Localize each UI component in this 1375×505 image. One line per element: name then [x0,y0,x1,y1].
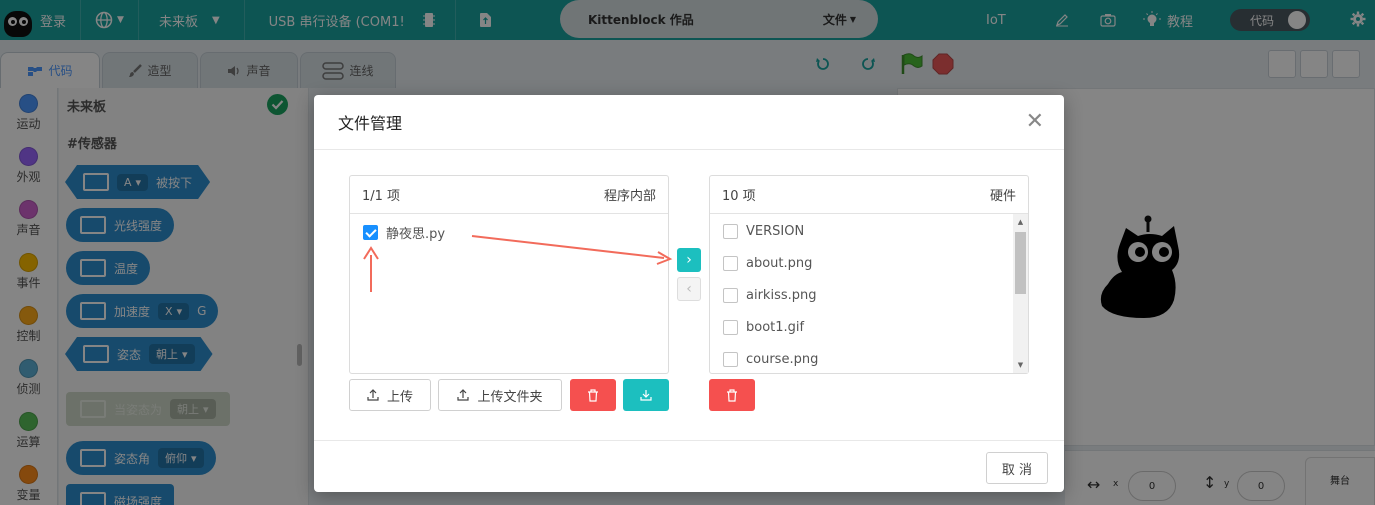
file-name: about.png [746,255,813,271]
file-name: boot1.gif [746,319,805,335]
upload-button[interactable]: 上传 [349,379,431,411]
file-checkbox[interactable] [723,287,738,303]
scroll-down-icon[interactable]: ▼ [1013,359,1028,371]
file-checkbox[interactable] [723,351,738,367]
file-list-scrollbar[interactable]: ▲ ▼ [1013,214,1028,373]
panel-title: 程序内部 [603,189,656,204]
download-button[interactable] [623,379,669,411]
file-item[interactable]: 静夜思.py [350,216,668,248]
delete-hardware-file-button[interactable] [709,379,755,411]
program-files-panel: 1/1 项 程序内部 静夜思.py [349,175,669,374]
panel-count: 10 项 [722,189,756,204]
panel-header: 1/1 项 程序内部 [350,176,668,214]
file-name: course.png [746,351,819,367]
panel-title: 硬件 [989,189,1016,204]
chevron-left-icon: ‹ [686,281,692,297]
file-item[interactable]: VERSION [710,215,1028,247]
upload-folder-button[interactable]: 上传文件夹 [438,379,562,411]
dialog-header: 文件管理 ✕ [314,95,1064,150]
delete-program-file-button[interactable] [570,379,616,411]
upload-icon [367,389,379,401]
panel-count: 1/1 项 [362,189,401,204]
file-item[interactable]: course.png [710,343,1028,373]
file-checkbox[interactable] [363,224,378,240]
scroll-thumb[interactable] [1015,232,1026,294]
file-name: VERSION [746,223,805,239]
close-icon[interactable]: ✕ [1026,111,1044,133]
chevron-right-icon: › [686,252,692,268]
scroll-up-icon[interactable]: ▲ [1013,216,1028,228]
move-right-button[interactable]: › [677,248,701,272]
move-left-button[interactable]: ‹ [677,277,701,301]
file-item[interactable]: airkiss.png [710,279,1028,311]
file-manager-dialog: 文件管理 ✕ 1/1 项 程序内部 静夜思.py › ‹ 10 项 硬件 VER… [314,95,1064,492]
upload-folder-label: 上传文件夹 [477,389,543,405]
file-name: 静夜思.py [386,226,446,242]
file-name: airkiss.png [746,287,817,303]
upload-label: 上传 [386,389,413,405]
dialog-footer: 取 消 [314,440,1064,492]
trash-icon [588,388,598,402]
file-item[interactable]: boot1.gif [710,311,1028,343]
file-checkbox[interactable] [723,255,738,271]
file-checkbox[interactable] [723,319,738,335]
upload-icon [457,389,470,401]
cancel-label: 取 消 [1001,462,1033,478]
cancel-button[interactable]: 取 消 [986,452,1048,484]
trash-icon [727,388,737,402]
hardware-files-panel: 10 项 硬件 VERSION about.png airkiss.png bo… [709,175,1029,374]
file-item[interactable]: about.png [710,247,1028,279]
dialog-title: 文件管理 [338,114,403,133]
panel-header: 10 项 硬件 [710,176,1028,214]
download-icon [640,390,652,401]
file-checkbox[interactable] [723,223,738,239]
